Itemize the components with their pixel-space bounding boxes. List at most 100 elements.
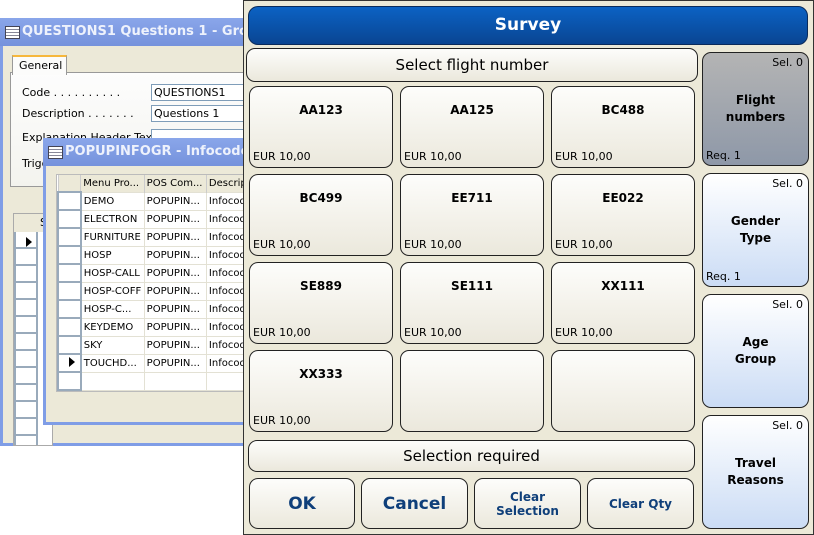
current-row-arrow-icon bbox=[26, 237, 32, 247]
row-selector[interactable] bbox=[57, 371, 82, 391]
table-row[interactable]: HOSP POPUPIN... Infocode bbox=[57, 245, 255, 265]
flight-price: EUR 10,00 bbox=[555, 238, 613, 251]
clear-qty-button[interactable]: Clear Qty bbox=[587, 478, 694, 529]
table-row[interactable]: KEYDEMO POPUPIN... Infocode bbox=[57, 317, 255, 337]
flight-button[interactable] bbox=[400, 350, 544, 432]
table-cell[interactable]: DEMO bbox=[80, 191, 145, 211]
row-selector[interactable] bbox=[57, 263, 82, 283]
table-row[interactable]: HOSP-CALL POPUPIN... Infocode bbox=[57, 263, 255, 283]
flight-button[interactable]: BC499 EUR 10,00 bbox=[249, 174, 393, 256]
flight-price: EUR 10,00 bbox=[555, 326, 613, 339]
table-cell[interactable]: HOSP-COFF bbox=[80, 281, 145, 301]
row-selector[interactable] bbox=[57, 317, 82, 337]
table-icon bbox=[5, 26, 20, 39]
table-cell[interactable] bbox=[143, 371, 207, 391]
table-cell[interactable]: HOSP bbox=[80, 245, 145, 265]
question-name: Age Group bbox=[734, 335, 777, 366]
description-label: Description . . . . . . . bbox=[22, 107, 134, 120]
flight-price: EUR 10,00 bbox=[404, 326, 462, 339]
required-count: Req. 1 bbox=[706, 149, 741, 162]
table-cell[interactable]: POPUPIN... bbox=[143, 317, 207, 337]
table-cell[interactable]: POPUPIN... bbox=[143, 191, 207, 211]
table-cell[interactable]: POPUPIN... bbox=[143, 281, 207, 301]
question-button[interactable]: Sel. 0 Gender Type Req. 1 bbox=[702, 173, 809, 287]
flight-price: EUR 10,00 bbox=[404, 238, 462, 251]
table-row[interactable]: HOSP-COFF POPUPIN... Infocode bbox=[57, 281, 255, 301]
survey-title: Survey bbox=[248, 6, 808, 45]
question-subtitle: Select flight number bbox=[246, 48, 698, 82]
table-cell[interactable]: POPUPIN... bbox=[143, 335, 207, 355]
flight-price: EUR 10,00 bbox=[253, 326, 311, 339]
table-row[interactable]: FURNITURE POPUPIN... Infocode bbox=[57, 227, 255, 247]
table-row[interactable]: ELECTRON POPUPIN... Infocode bbox=[57, 209, 255, 229]
table-cell[interactable] bbox=[80, 371, 145, 391]
table-cell[interactable]: POPUPIN... bbox=[143, 263, 207, 283]
table-cell[interactable]: HOSP-CALL bbox=[80, 263, 145, 283]
row-selector[interactable] bbox=[57, 227, 82, 247]
table-cell[interactable]: FURNITURE bbox=[80, 227, 145, 247]
flight-code: AA123 bbox=[299, 103, 343, 117]
table-cell[interactable]: POPUPIN... bbox=[143, 353, 207, 373]
question-button[interactable]: Sel. 0 Age Group bbox=[702, 294, 809, 408]
table-cell[interactable]: POPUPIN... bbox=[143, 209, 207, 229]
popup-grid[interactable]: Menu Pro... POS Com... Descrip DEMO POPUPIN… bbox=[56, 174, 256, 392]
flight-button[interactable]: EE022 EUR 10,00 bbox=[551, 174, 695, 256]
row-selector[interactable] bbox=[57, 281, 82, 301]
flight-price: EUR 10,00 bbox=[404, 150, 462, 163]
column-header[interactable]: Menu Pro... bbox=[80, 175, 145, 192]
table-cell[interactable]: POPUPIN... bbox=[143, 227, 207, 247]
table-cell[interactable]: POPUPIN... bbox=[143, 245, 207, 265]
row-selector[interactable] bbox=[57, 191, 82, 211]
ok-button[interactable]: OK bbox=[249, 478, 355, 529]
status-message: Selection required bbox=[248, 440, 695, 472]
description-field[interactable]: Questions 1 bbox=[151, 105, 251, 122]
table-cell[interactable]: POPUPIN... bbox=[143, 299, 207, 319]
questions-window-titlebar[interactable]: QUESTIONS1 Questions 1 - Group In bbox=[0, 18, 256, 46]
flight-code: EE022 bbox=[602, 191, 644, 205]
table-row[interactable]: TOUCHD... POPUPIN... Infocode bbox=[57, 353, 255, 373]
flight-button[interactable]: EE711 EUR 10,00 bbox=[400, 174, 544, 256]
row-selector[interactable] bbox=[57, 335, 82, 355]
table-cell[interactable]: HOSP-C... bbox=[80, 299, 145, 319]
table-cell[interactable]: ELECTRON bbox=[80, 209, 145, 229]
flight-button[interactable]: SE111 EUR 10,00 bbox=[400, 262, 544, 344]
table-row[interactable]: HOSP-C... POPUPIN... Infocode bbox=[57, 299, 255, 319]
flight-button[interactable]: AA125 EUR 10,00 bbox=[400, 86, 544, 168]
table-row[interactable] bbox=[57, 371, 255, 391]
question-button[interactable]: Sel. 0 Flight numbers Req. 1 bbox=[702, 52, 809, 166]
flight-button[interactable]: AA123 EUR 10,00 bbox=[249, 86, 393, 168]
flight-button[interactable]: SE889 EUR 10,00 bbox=[249, 262, 393, 344]
selected-count: Sel. 0 bbox=[772, 177, 803, 190]
row-indicators[interactable] bbox=[14, 232, 38, 445]
row-selector[interactable] bbox=[57, 245, 82, 265]
flight-code: SE111 bbox=[451, 279, 493, 293]
flight-button[interactable] bbox=[551, 350, 695, 432]
row-selector[interactable] bbox=[57, 209, 82, 229]
column-header[interactable]: POS Com... bbox=[143, 175, 207, 192]
question-button[interactable]: Sel. 0 Travel Reasons bbox=[702, 415, 809, 529]
clear-selection-button[interactable]: Clear Selection bbox=[474, 478, 581, 529]
popup-window-titlebar[interactable]: POPUPINFOGR - Infocode POS bbox=[43, 138, 259, 166]
code-label: Code . . . . . . . . . . bbox=[22, 86, 121, 99]
flight-price: EUR 10,00 bbox=[555, 150, 613, 163]
code-field[interactable]: QUESTIONS1 bbox=[151, 84, 251, 101]
flight-button[interactable]: BC488 EUR 10,00 bbox=[551, 86, 695, 168]
table-row[interactable]: DEMO POPUPIN... Infocode bbox=[57, 191, 255, 211]
question-name: Travel Reasons bbox=[727, 456, 784, 487]
flight-code: SE889 bbox=[300, 279, 342, 293]
table-cell[interactable]: SKY bbox=[80, 335, 145, 355]
table-row[interactable]: SKY POPUPIN... Infocode bbox=[57, 335, 255, 355]
row-selector[interactable] bbox=[57, 353, 82, 373]
current-row-arrow-icon bbox=[69, 356, 75, 367]
flight-button[interactable]: XX111 EUR 10,00 bbox=[551, 262, 695, 344]
tab-general[interactable]: General bbox=[12, 55, 67, 75]
flight-button[interactable]: XX333 EUR 10,00 bbox=[249, 350, 393, 432]
row-selector[interactable] bbox=[57, 299, 82, 319]
flight-code: BC499 bbox=[299, 191, 343, 205]
selected-count: Sel. 0 bbox=[772, 298, 803, 311]
cancel-button[interactable]: Cancel bbox=[361, 478, 468, 529]
table-icon bbox=[48, 146, 63, 159]
table-cell[interactable]: TOUCHD... bbox=[80, 353, 145, 373]
flight-code: XX111 bbox=[601, 279, 645, 293]
table-cell[interactable]: KEYDEMO bbox=[80, 317, 145, 337]
